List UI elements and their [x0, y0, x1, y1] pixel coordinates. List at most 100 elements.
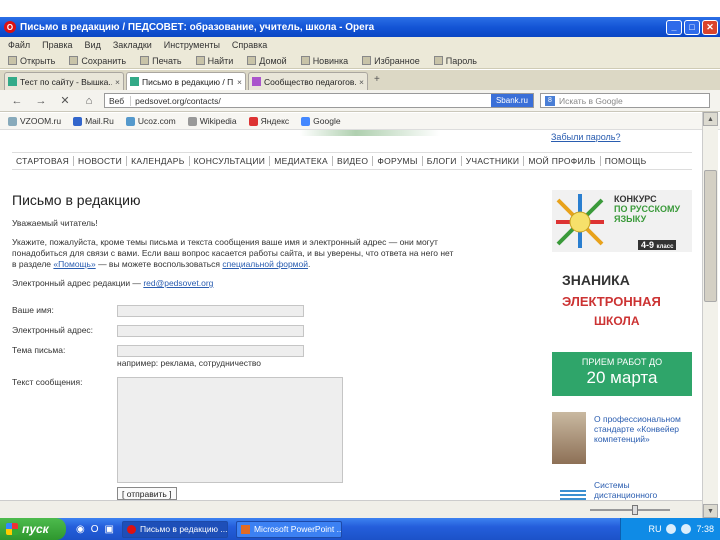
browser-icon[interactable]: ◉	[76, 524, 85, 535]
menu-help[interactable]: Справка	[232, 40, 267, 50]
deadline-ad-banner[interactable]: ПРИЕМ РАБОТ ДО 20 марта	[552, 352, 692, 396]
tab-close-icon[interactable]: ×	[115, 77, 120, 87]
nav-start[interactable]: СТАРТОВАЯ	[12, 156, 75, 166]
stop-button[interactable]: ✕	[58, 94, 72, 107]
quicklink-mailru[interactable]: Mail.Ru	[73, 116, 114, 126]
toolbar-save-label: Сохранить	[81, 55, 127, 66]
quicklink-label: Google	[313, 116, 341, 126]
clock[interactable]: 7:38	[696, 524, 714, 534]
forgot-password-link[interactable]: Забыли пароль?	[551, 132, 620, 142]
toolbar-save[interactable]: Сохранить	[69, 56, 126, 66]
nav-calendar[interactable]: КАЛЕНДАРЬ	[127, 156, 190, 166]
znanika-ad-banner[interactable]: ЗНАНИКА ЭЛЕКТРОННАЯ ШКОЛА	[552, 254, 692, 349]
nav-profile[interactable]: МОЙ ПРОФИЛЬ	[524, 156, 601, 166]
language-indicator[interactable]: RU	[648, 524, 661, 534]
editorial-email-link[interactable]: red@pedsovet.org	[143, 278, 213, 288]
toolbar-print[interactable]: Печать	[140, 55, 182, 66]
contest-grade: 4-9 класс	[638, 240, 677, 250]
vertical-scrollbar[interactable]: ▲ ▼	[702, 112, 718, 518]
tab-label: Тест по сайту - Вышка...	[20, 76, 113, 87]
tab-label: Сообщество педагогов...	[264, 76, 357, 87]
new-tab-button[interactable]: +	[374, 74, 388, 88]
tab-close-icon[interactable]: ×	[237, 77, 242, 87]
menu-tools[interactable]: Инструменты	[164, 40, 220, 50]
intro-text: — вы можете воспользоваться	[95, 259, 223, 269]
url-text[interactable]: pedsovet.org/contacts/	[135, 96, 487, 106]
taskbar-item-opera[interactable]: Письмо в редакцию ...	[121, 520, 228, 538]
scroll-down-button[interactable]: ▼	[703, 504, 718, 518]
maximize-button[interactable]: □	[684, 19, 700, 35]
forward-button[interactable]: →	[34, 95, 48, 107]
address-bar[interactable]: Веб pedsovet.org/contacts/ Sbank.ru	[104, 93, 534, 108]
send-button[interactable]: [ отправить ]	[117, 487, 177, 500]
nav-news[interactable]: НОВОСТИ	[74, 156, 128, 166]
nav-blogs[interactable]: БЛОГИ	[423, 156, 462, 166]
special-form-link[interactable]: специальной формой	[222, 259, 308, 269]
news-link[interactable]: О профессиональном стандарте «Конвейер к…	[594, 414, 692, 444]
tab-2[interactable]: Письмо в редакцию / П... ×	[126, 72, 246, 90]
system-tray: RU 7:38	[620, 518, 720, 540]
menu-bookmarks[interactable]: Закладки	[113, 40, 152, 50]
contest-ad-banner[interactable]: КОНКУРС ПО РУССКОМУ ЯЗЫКУ 4-9 класс	[552, 190, 692, 252]
menu-file[interactable]: Файл	[8, 40, 30, 50]
home-button[interactable]: ⌂	[82, 95, 96, 107]
toolbar-password[interactable]: Пароль	[433, 56, 477, 66]
quicklink-google[interactable]: Google	[301, 116, 341, 126]
toolbar-home[interactable]: Домой	[247, 56, 287, 66]
toolbar-new[interactable]: Новинка	[300, 56, 348, 66]
quicklink-vzoom[interactable]: VZOOM.ru	[8, 116, 61, 126]
scroll-up-button[interactable]: ▲	[703, 112, 718, 126]
search-engine-icon[interactable]: 8	[545, 95, 555, 106]
opera-icon[interactable]: O	[91, 524, 99, 535]
subject-input[interactable]	[117, 345, 304, 357]
nav-video[interactable]: ВИДЕО	[333, 156, 374, 166]
start-button[interactable]: пуск	[0, 518, 66, 540]
toolbar-open[interactable]: Открыть	[8, 56, 55, 66]
media-icon[interactable]: ▣	[105, 524, 114, 535]
nav-forums[interactable]: ФОРУМЫ	[373, 156, 423, 166]
menu-edit[interactable]: Правка	[42, 40, 72, 50]
toolbar-find[interactable]: Найти	[195, 56, 233, 66]
quicklink-yandex[interactable]: Яндекс	[248, 116, 289, 126]
email-label: Электронный адрес редакции —	[12, 278, 144, 288]
email-input[interactable]	[117, 325, 304, 337]
name-input[interactable]	[117, 305, 304, 317]
taskbar-item-powerpoint[interactable]: Microsoft PowerPoint ...	[235, 520, 342, 538]
tab-3[interactable]: Сообщество педагогов... ×	[248, 72, 368, 90]
back-button[interactable]: ←	[10, 95, 24, 107]
window-titlebar[interactable]: O Письмо в редакцию / ПЕДСОВЕТ: образова…	[0, 17, 720, 37]
nav-help[interactable]: ПОМОЩЬ	[601, 156, 651, 166]
volume-icon[interactable]	[681, 524, 692, 534]
key-icon	[433, 56, 443, 65]
nav-members[interactable]: УЧАСТНИКИ	[462, 156, 525, 166]
home-icon	[247, 56, 257, 65]
news-item[interactable]: О профессиональном стандарте «Конвейер к…	[552, 412, 692, 472]
tab-close-icon[interactable]: ×	[359, 77, 364, 87]
nav-media[interactable]: МЕДИАТЕКА	[270, 156, 334, 166]
zoom-slider-thumb[interactable]	[632, 505, 638, 515]
intro-line-2: понадобиться для связи с вами. Если ваш …	[12, 248, 454, 258]
scroll-thumb[interactable]	[704, 170, 717, 302]
help-link[interactable]: «Помощь»	[53, 259, 95, 269]
deadline-date: 20 марта	[586, 368, 658, 387]
tab-1[interactable]: Тест по сайту - Вышка... ×	[4, 72, 124, 90]
quick-links-bar: VZOOM.ru Mail.Ru Ucoz.com Wikipedia Янде…	[0, 113, 720, 130]
menu-view[interactable]: Вид	[85, 40, 101, 50]
site-logo-strip	[300, 130, 440, 136]
address-selection: Sbank.ru	[490, 94, 533, 107]
nav-consultations[interactable]: КОНСУЛЬТАЦИИ	[190, 156, 271, 166]
minimize-button[interactable]: _	[666, 19, 682, 35]
start-label: пуск	[22, 522, 49, 536]
close-button[interactable]: ✕	[702, 19, 718, 35]
intro-text: в разделе	[12, 259, 54, 269]
toolbar-print-label: Печать	[152, 55, 182, 66]
message-textarea[interactable]	[117, 377, 343, 483]
news-link[interactable]: Системы дистанционного	[594, 480, 692, 500]
quicklink-wikipedia[interactable]: Wikipedia	[187, 116, 237, 126]
quicklink-ucoz[interactable]: Ucoz.com	[125, 116, 176, 126]
tab-favicon	[252, 77, 261, 86]
search-input[interactable]: 8 Искать в Google	[540, 93, 710, 108]
toolbar-favorites[interactable]: Избранное	[362, 56, 420, 66]
zoom-slider[interactable]	[590, 509, 670, 511]
network-icon[interactable]	[666, 524, 677, 534]
